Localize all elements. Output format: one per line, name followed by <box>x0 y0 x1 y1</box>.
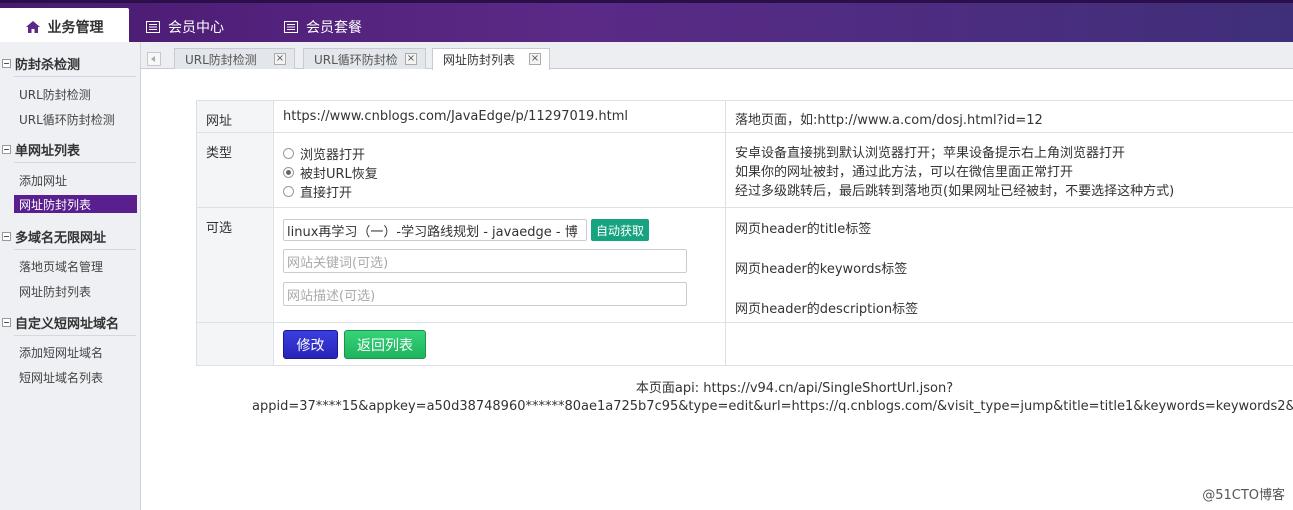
collapse-icon[interactable] <box>2 58 11 68</box>
sidebar-group-title: 单网址列表 <box>15 143 81 159</box>
radio-blocked-url-restore[interactable]: 被封URL恢复 <box>283 163 725 182</box>
home-icon <box>25 20 40 33</box>
sidebar-item-multi-url-list[interactable]: 网址防封列表 <box>14 282 137 300</box>
watermark: @51CTO博客 <box>1202 488 1285 503</box>
field-label: 网址 <box>196 100 274 133</box>
sidebar-item-label: 落地页域名管理 <box>19 259 104 274</box>
tab-label: 网址防封列表 <box>443 53 516 67</box>
list-icon <box>146 20 160 33</box>
radio-label: 被封URL恢复 <box>300 167 378 182</box>
form-row-actions: 修改 返回列表 <box>196 322 1293 366</box>
sidebar-item-label: 添加网址 <box>19 173 68 188</box>
sidebar-item-landing-domain[interactable]: 落地页域名管理 <box>14 257 137 275</box>
close-icon[interactable]: × <box>274 53 286 65</box>
sidebar-item-url-check[interactable]: URL防封检测 <box>14 85 137 103</box>
top-tab-label: 会员套餐 <box>306 19 362 36</box>
collapse-icon[interactable] <box>2 144 11 154</box>
top-tab-label: 会员中心 <box>168 19 224 36</box>
type-options: 浏览器打开 被封URL恢复 直接打开 <box>273 132 726 208</box>
radio-icon[interactable] <box>283 148 294 159</box>
sidebar-group-title: 防封杀检测 <box>15 57 81 73</box>
field-label: 可选 <box>196 207 274 323</box>
radio-label: 直接打开 <box>300 186 353 201</box>
divider <box>14 249 136 250</box>
radio-browser-open[interactable]: 浏览器打开 <box>283 144 725 163</box>
description-input[interactable]: 网站描述(可选) <box>283 282 687 306</box>
tip-text: 网页header的description标签 <box>735 302 919 317</box>
tip-text: 安卓设备直接挑到默认浏览器打开；苹果设备提示右上角浏览器打开 <box>735 146 1126 161</box>
divider <box>14 162 136 163</box>
sidebar-group-title: 自定义短网址域名 <box>15 316 120 332</box>
tab-url-list[interactable]: 网址防封列表 × <box>432 48 550 70</box>
tab-scroll-left-icon[interactable] <box>147 52 161 66</box>
api-info-line1: 本页面api: https://v94.cn/api/SingleShortUr… <box>635 381 954 396</box>
form-row-type: 类型 浏览器打开 被封URL恢复 直接打开 安卓设备直接挑到默认浏览器打开；苹果… <box>196 132 1293 208</box>
sidebar-item-label: 添加短网址域名 <box>19 345 104 360</box>
sidebar-group-multi-domain[interactable]: 多域名无限网址 <box>0 225 141 247</box>
tip-text: 网页header的keywords标签 <box>735 262 908 277</box>
tip-text: 经过多级跳转后，最后跳转到落地页(如果网址已经被封，不要选择这种方式) <box>735 184 1175 199</box>
tab-label: URL防封检测 <box>185 52 257 67</box>
url-value[interactable]: https://www.cnblogs.com/JavaEdge/p/11297… <box>273 100 726 133</box>
sidebar: 防封杀检测 URL防封检测 URL循环防封检测 单网址列表 添加网址 网址防封列… <box>0 42 141 510</box>
keywords-input[interactable]: 网站关键词(可选) <box>283 249 687 273</box>
action-buttons: 修改 返回列表 <box>273 322 726 366</box>
sidebar-group-short-domain[interactable]: 自定义短网址域名 <box>0 311 141 333</box>
radio-direct-open[interactable]: 直接打开 <box>283 182 725 201</box>
top-tab-member-center[interactable]: 会员中心 <box>146 8 224 45</box>
url-tip: 落地页面，如:http://www.a.com/dosj.html?id=12 <box>725 100 1293 133</box>
empty-cell <box>725 322 1293 366</box>
top-nav-bar: 业务管理 会员中心 会员套餐 <box>0 0 1293 45</box>
radio-icon[interactable] <box>283 167 294 178</box>
sidebar-item-short-domain-list[interactable]: 短网址域名列表 <box>14 368 137 386</box>
auto-fetch-button[interactable]: 自动获取 <box>591 219 650 241</box>
form-row-url: 网址 https://www.cnblogs.com/JavaEdge/p/11… <box>196 100 1293 133</box>
divider <box>14 76 136 77</box>
tab-url-check[interactable]: URL防封检测 × <box>174 48 295 69</box>
field-label: 类型 <box>196 132 274 208</box>
tab-label: URL循环防封检 <box>314 52 398 67</box>
sidebar-item-label: 网址防封列表 <box>19 197 92 212</box>
collapse-icon[interactable] <box>2 317 11 327</box>
sidebar-item-label: 网址防封列表 <box>19 284 92 299</box>
top-tab-label: 业务管理 <box>47 19 104 36</box>
tab-bar: URL防封检测 × URL循环防封检 × 网址防封列表 × <box>141 42 1293 70</box>
sidebar-item-label: URL防封检测 <box>19 87 91 102</box>
sidebar-group-detection[interactable]: 防封杀检测 <box>0 52 141 74</box>
sidebar-item-add-url[interactable]: 添加网址 <box>14 171 137 189</box>
radio-label: 浏览器打开 <box>300 148 366 163</box>
sidebar-group-single-url[interactable]: 单网址列表 <box>0 138 141 160</box>
close-icon[interactable]: × <box>529 53 541 65</box>
sidebar-item-add-short-domain[interactable]: 添加短网址域名 <box>14 343 137 361</box>
type-tips: 安卓设备直接挑到默认浏览器打开；苹果设备提示右上角浏览器打开 如果你的网址被封，… <box>725 132 1293 208</box>
tip-text: 如果你的网址被封，通过此方法，可以在微信里面正常打开 <box>735 165 1074 180</box>
sidebar-item-label: 短网址域名列表 <box>19 370 104 385</box>
main-content: 网址 https://www.cnblogs.com/JavaEdge/p/11… <box>141 70 1293 510</box>
edit-form: 网址 https://www.cnblogs.com/JavaEdge/p/11… <box>196 100 1293 366</box>
api-info-line2: appid=37****15&appkey=a50d38748960******… <box>252 399 1293 414</box>
divider <box>14 335 136 336</box>
top-tab-member-package[interactable]: 会员套餐 <box>284 8 362 45</box>
tip-text: 网页header的title标签 <box>735 222 872 237</box>
optional-fields: linux再学习（一）-学习路线规划 - javaedge - 博 自动获取 网… <box>273 207 726 323</box>
edit-button[interactable]: 修改 <box>283 330 338 359</box>
form-row-optional: 可选 linux再学习（一）-学习路线规划 - javaedge - 博 自动获… <box>196 207 1293 323</box>
back-to-list-button[interactable]: 返回列表 <box>344 330 426 359</box>
optional-tips: 网页header的title标签 网页header的keywords标签 网页h… <box>725 207 1293 323</box>
sidebar-item-url-loop-check[interactable]: URL循环防封检测 <box>14 110 137 128</box>
empty-cell <box>196 322 274 366</box>
sidebar-item-label: URL循环防封检测 <box>19 112 115 127</box>
title-input[interactable]: linux再学习（一）-学习路线规划 - javaedge - 博 <box>283 219 587 241</box>
sidebar-item-url-list[interactable]: 网址防封列表 <box>14 195 137 213</box>
radio-icon[interactable] <box>283 186 294 197</box>
list-icon <box>284 20 298 33</box>
close-icon[interactable]: × <box>405 53 417 65</box>
sidebar-group-title: 多域名无限网址 <box>15 230 107 246</box>
collapse-icon[interactable] <box>2 231 11 241</box>
top-tab-business[interactable]: 业务管理 <box>0 8 129 45</box>
tab-url-loop-check[interactable]: URL循环防封检 × <box>303 48 426 69</box>
